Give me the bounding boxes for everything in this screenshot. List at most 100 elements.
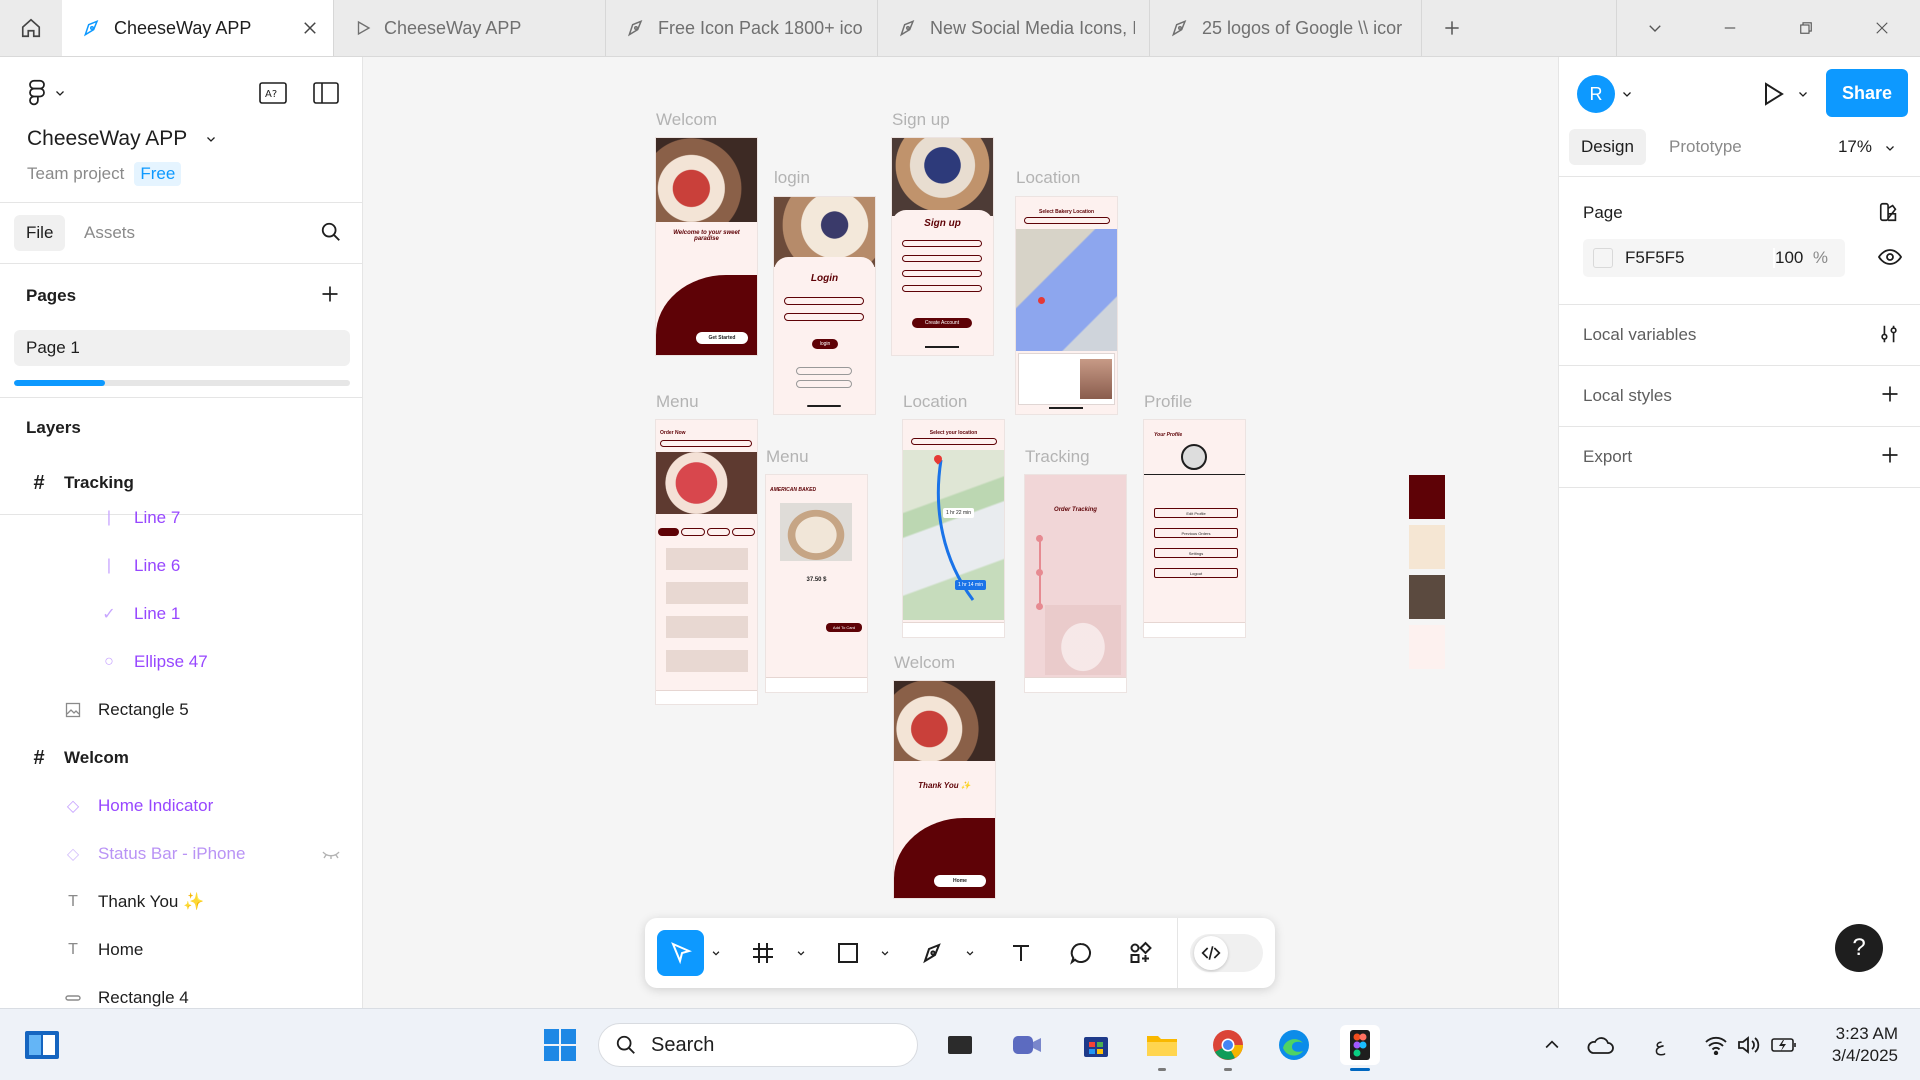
shape-tool-menu[interactable] (874, 948, 898, 958)
taskbar-search-box[interactable]: Search (598, 1023, 918, 1067)
project-name-dropdown[interactable]: CheeseWay APP (27, 127, 217, 151)
password-field[interactable] (902, 270, 982, 277)
actions-tool[interactable] (1114, 930, 1165, 976)
layer-line-1[interactable]: ✓ Line 1 (0, 594, 362, 634)
layer-line-6[interactable]: | Line 6 (0, 546, 362, 586)
layer-tracking[interactable]: # Tracking (0, 463, 362, 503)
bottom-nav[interactable] (1025, 677, 1126, 692)
input-language-indicator[interactable]: ع (1640, 1025, 1680, 1065)
page-fill-hex[interactable]: F5F5F5 (1625, 248, 1773, 268)
confirm-password-field[interactable] (902, 285, 982, 292)
restore-button[interactable] (1768, 0, 1844, 56)
email-field[interactable] (902, 255, 982, 262)
frame-label-menu[interactable]: Menu (656, 392, 699, 412)
category-chip[interactable] (681, 528, 705, 536)
login-button[interactable]: login (812, 339, 838, 349)
product-grid[interactable] (666, 544, 748, 684)
frame-tracking[interactable]: Order Tracking (1025, 475, 1126, 692)
zoom-menu-button[interactable] (1884, 141, 1896, 159)
edit-profile-button[interactable]: Edit Profile (1154, 508, 1238, 518)
palette-swatch-brown[interactable] (1409, 575, 1445, 619)
frame-label-welcom-thanks[interactable]: Welcom (894, 653, 955, 673)
toggle-fill-visibility[interactable] (1877, 247, 1903, 272)
location-search-field[interactable] (1024, 217, 1110, 224)
palette-swatch-cream[interactable] (1409, 525, 1445, 569)
frame-label-location[interactable]: Location (1016, 168, 1080, 188)
present-button[interactable] (1761, 81, 1785, 112)
frame-location-map[interactable]: Select your location 1 hr 22 min 1 hr 14… (903, 420, 1004, 637)
figma-app-button[interactable] (1340, 1025, 1380, 1071)
home-button-mock[interactable]: Home (934, 875, 986, 887)
taskview-button[interactable] (940, 1025, 980, 1065)
zoom-level[interactable]: 17% (1838, 137, 1872, 157)
move-tool-menu[interactable] (704, 948, 728, 958)
system-clock[interactable]: 3:23 AM 3/4/2025 (1832, 1023, 1898, 1067)
tab-free-icon-pack[interactable]: Free Icon Pack 1800+ ico (606, 0, 878, 56)
layer-home-indicator[interactable]: ◇ Home Indicator (0, 786, 362, 826)
shape-tool[interactable] (822, 930, 873, 976)
edge-app-button[interactable] (1274, 1025, 1314, 1065)
menu-search-field[interactable] (660, 440, 752, 447)
multiplayer-menu-button[interactable] (1621, 87, 1633, 105)
google-login-button[interactable] (796, 367, 852, 375)
onedrive-button[interactable] (1580, 1025, 1620, 1065)
password-field[interactable] (784, 313, 864, 321)
facebook-login-button[interactable] (796, 380, 852, 388)
tab-design[interactable]: Design (1569, 129, 1646, 165)
frame-label-profile[interactable]: Profile (1144, 392, 1192, 412)
category-chips[interactable] (658, 528, 755, 536)
create-account-button[interactable]: Create Account (912, 318, 972, 328)
frame-menu[interactable]: Order Now (656, 420, 757, 704)
frame-signup[interactable]: Sign up Create Account (892, 138, 993, 355)
tab-prototype[interactable]: Prototype (1657, 129, 1754, 165)
palette-swatch-maroon[interactable] (1409, 475, 1445, 519)
ui-assist-button[interactable]: A? (259, 82, 287, 104)
tab-google-logos[interactable]: 25 logos of Google \\ icor (1150, 0, 1422, 56)
pen-tool-menu[interactable] (958, 948, 982, 958)
previous-orders-button[interactable]: Previous Orders (1154, 528, 1238, 538)
layer-home[interactable]: T Home (0, 930, 362, 970)
text-tool[interactable] (996, 930, 1047, 976)
store-app-button[interactable] (1076, 1025, 1116, 1065)
category-chip-active[interactable] (658, 528, 680, 536)
frame-welcom[interactable]: Welcome to your sweet paradise Get Start… (656, 138, 757, 355)
tab-file[interactable]: File (14, 215, 66, 251)
hidden-eye-icon[interactable] (322, 846, 340, 866)
present-options-button[interactable] (1797, 87, 1809, 105)
profile-avatar[interactable] (1181, 444, 1207, 470)
tab-cheeseway-prototype[interactable]: CheeseWay APP (334, 0, 606, 56)
bakery-map[interactable] (1016, 229, 1117, 351)
settings-button[interactable]: Settings (1154, 548, 1238, 558)
move-tool[interactable] (657, 930, 705, 976)
comment-tool[interactable] (1055, 930, 1106, 976)
category-chip[interactable] (731, 528, 755, 536)
frame-label-signup[interactable]: Sign up (892, 110, 950, 130)
volume-status[interactable] (1728, 1025, 1768, 1065)
add-page-button[interactable] (320, 284, 340, 309)
tab-social-media-icons[interactable]: New Social Media Icons, I (878, 0, 1150, 56)
layer-ellipse-47[interactable]: ○ Ellipse 47 (0, 642, 362, 682)
show-hidden-icons-button[interactable] (1532, 1025, 1572, 1065)
map-pin-icon[interactable] (1038, 297, 1045, 304)
frame-label-menu-detail[interactable]: Menu (766, 447, 809, 467)
minimize-button[interactable] (1692, 0, 1768, 56)
bottom-nav[interactable] (656, 690, 757, 704)
add-to-card-button[interactable]: Add To Card (826, 623, 862, 632)
share-button[interactable]: Share (1826, 69, 1908, 117)
local-variables-section[interactable]: Local variables (1559, 305, 1920, 366)
frame-label-tracking[interactable]: Tracking (1025, 447, 1090, 467)
pages-scrollbar[interactable] (14, 380, 350, 386)
pages-scrollbar-thumb[interactable] (14, 380, 105, 386)
frame-location-bakery[interactable]: Select Bakery Location (1016, 197, 1117, 414)
page-fill-swatch[interactable] (1593, 248, 1613, 268)
chrome-app-button[interactable] (1208, 1025, 1248, 1071)
dev-mode-toggle[interactable] (1190, 934, 1263, 972)
palette-swatch-pink[interactable] (1409, 625, 1445, 669)
location-search-field[interactable] (911, 438, 997, 445)
add-export-button[interactable] (1880, 445, 1900, 470)
frame-menu-detail[interactable]: AMERICAN BAKED 37.50 $ Add To Card (766, 475, 867, 692)
email-field[interactable] (784, 297, 864, 305)
layer-rectangle-5[interactable]: Rectangle 5 (0, 690, 362, 730)
tab-list-button[interactable] (1616, 0, 1692, 56)
get-started-button[interactable]: Get Started (696, 332, 748, 344)
